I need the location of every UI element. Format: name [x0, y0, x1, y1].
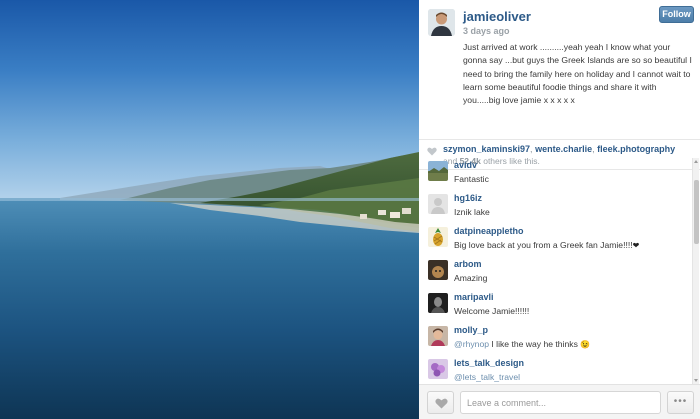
follow-button[interactable]: Follow	[659, 6, 694, 23]
avatar-dark-icon	[428, 293, 448, 313]
user-avatar-icon	[428, 9, 455, 36]
scroll-down-arrow-icon[interactable]	[694, 379, 698, 382]
liker-separator: ,	[592, 144, 595, 154]
avatar-person-icon	[428, 326, 448, 346]
comments-list: avidv Fantastic hg16iz Iznik lake datpin…	[419, 158, 700, 384]
avatar[interactable]	[428, 9, 455, 36]
comment-text: Big love back at you from a Greek fan Ja…	[454, 240, 639, 250]
more-options-button[interactable]: •••	[667, 391, 694, 414]
wink-emoji-icon: 😉	[580, 340, 591, 349]
liker-link[interactable]: szymon_kaminski97	[443, 144, 530, 154]
avatar-flowers-icon	[428, 359, 448, 379]
list-item: maripavli Welcome Jamie!!!!!!	[419, 290, 692, 327]
avatar[interactable]	[428, 359, 448, 379]
avatar-pineapple-icon	[428, 227, 448, 247]
liker-link[interactable]: fleek.photography	[597, 144, 675, 154]
comment-username[interactable]: avidv	[454, 160, 477, 170]
comments-scrollbar[interactable]	[692, 158, 699, 384]
liker-link[interactable]: wente.charlie	[535, 144, 592, 154]
avatar[interactable]	[428, 227, 448, 247]
post-photo[interactable]	[0, 0, 419, 419]
post-detail-panel: jamieoliver 3 days ago Follow Just arriv…	[419, 0, 700, 419]
comment-text: Fantastic	[454, 174, 489, 184]
liker-separator: ,	[530, 144, 533, 154]
avatar[interactable]	[428, 260, 448, 280]
comment-username[interactable]: lets_talk_design	[454, 358, 524, 368]
comment-text: @lets_talk_travel	[454, 372, 520, 382]
comment-username[interactable]: datpineappletho	[454, 226, 524, 236]
comment-footer: •••	[419, 384, 700, 419]
comment-body: I like the way he thinks	[491, 339, 578, 349]
avatar-default-icon	[428, 194, 448, 214]
list-item: datpineappletho Big love back at you fro…	[419, 224, 692, 261]
comment-username[interactable]: molly_p	[454, 325, 488, 335]
heart-emoji-icon: ❤	[632, 241, 640, 250]
avatar[interactable]	[428, 293, 448, 313]
comment-text: Welcome Jamie!!!!!!	[454, 306, 530, 316]
comment-body: Big love back at you from a Greek fan Ja…	[454, 240, 633, 250]
comment-username[interactable]: hg16iz	[454, 193, 482, 203]
list-item: avidv Fantastic	[419, 158, 692, 195]
photo-greek-coast	[0, 0, 419, 419]
list-item: hg16iz Iznik lake	[419, 191, 692, 228]
comment-text: Iznik lake	[454, 207, 490, 217]
post-caption: Just arrived at work ..........yeah yeah…	[463, 42, 692, 106]
list-item: lets_talk_design @lets_talk_travel	[419, 356, 692, 384]
post-username[interactable]: jamieoliver	[463, 9, 531, 24]
avatar[interactable]	[428, 161, 448, 181]
heart-icon	[435, 398, 448, 409]
comment-text: Amazing	[454, 273, 488, 283]
list-item: arbom Amazing	[419, 257, 692, 294]
avatar-dog-icon	[428, 260, 448, 280]
like-button[interactable]	[427, 391, 454, 414]
post-timestamp[interactable]: 3 days ago	[463, 26, 510, 36]
comment-mention[interactable]: @rhynop	[454, 339, 489, 349]
avatar-landscape-icon	[428, 161, 448, 181]
comment-text: @rhynop I like the way he thinks 😉	[454, 339, 590, 349]
comment-mention[interactable]: @lets_talk_travel	[454, 372, 520, 382]
comment-username[interactable]: arbom	[454, 259, 482, 269]
scroll-up-arrow-icon[interactable]	[694, 160, 698, 163]
scroll-thumb[interactable]	[694, 180, 699, 244]
heart-icon	[427, 147, 437, 156]
list-item: molly_p @rhynop I like the way he thinks…	[419, 323, 692, 360]
avatar[interactable]	[428, 194, 448, 214]
post-header: jamieoliver 3 days ago Follow Just arriv…	[419, 0, 700, 140]
avatar[interactable]	[428, 326, 448, 346]
likers-list: szymon_kaminski97, wente.charlie, fleek.…	[443, 144, 675, 154]
comment-username[interactable]: maripavli	[454, 292, 494, 302]
comment-input[interactable]	[460, 391, 661, 414]
